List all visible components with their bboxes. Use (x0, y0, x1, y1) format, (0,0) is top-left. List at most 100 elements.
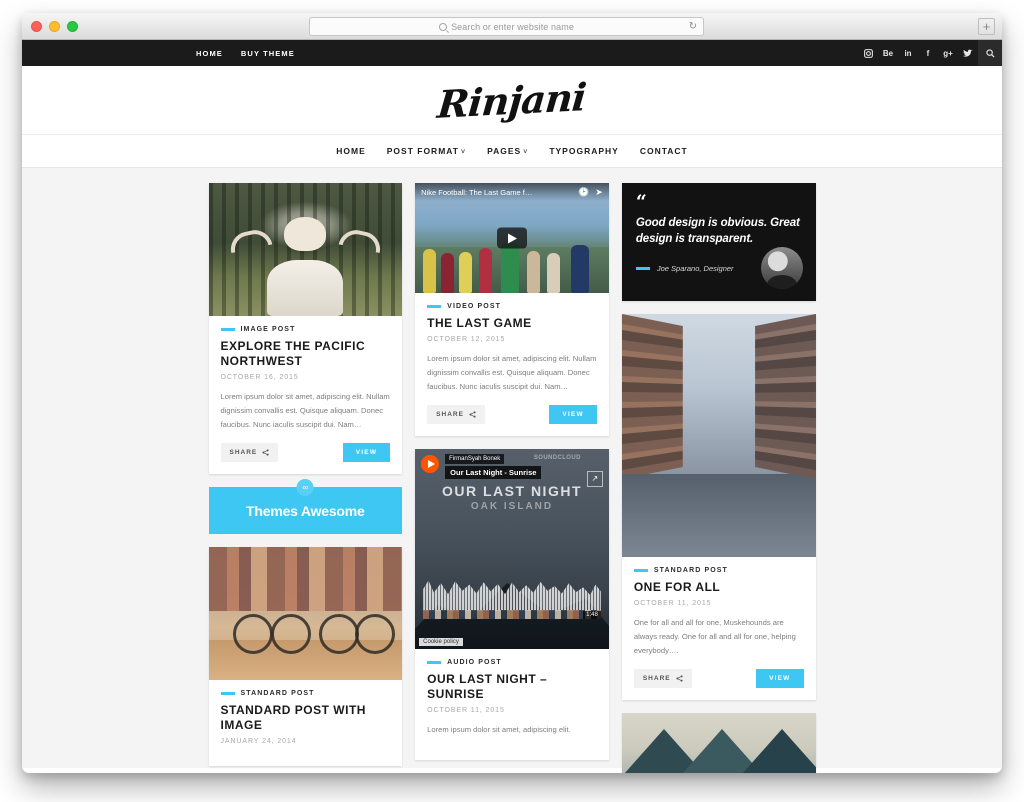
chevron-down-icon: ˅ (460, 149, 467, 156)
post-card-quote[interactable]: “ Good design is obvious. Great design i… (621, 183, 816, 301)
post-card-next[interactable] (621, 713, 816, 773)
share-icon (676, 675, 683, 682)
top-nav-item-buy-theme[interactable]: BUY THEME (241, 49, 295, 58)
close-window-button[interactable] (31, 21, 42, 32)
post-title[interactable]: EXPLORE THE PACIFIC NORTHWEST (221, 339, 391, 369)
post-excerpt: Lorem ipsum dolor sit amet, adipiscing e… (427, 354, 597, 392)
post-excerpt: Lorem ipsum dolor sit amet, adipiscing e… (427, 725, 571, 735)
post-title[interactable]: ONE FOR ALL (634, 580, 804, 595)
linkedin-icon[interactable]: in (898, 40, 918, 66)
instagram-icon[interactable] (858, 40, 878, 66)
post-thumbnail-forest[interactable] (208, 183, 403, 316)
youtube-video-title[interactable]: Nike Football: The Last Game f… (421, 188, 572, 197)
post-card-body: STANDARD POST ONE FOR ALL OCTOBER 11, 20… (622, 557, 816, 700)
category-accent-bar (220, 328, 235, 331)
view-button[interactable]: VIEW (342, 443, 391, 463)
decor-figure (479, 248, 493, 293)
post-category: AUDIO POST (427, 659, 597, 666)
decor-wheel (270, 614, 311, 655)
decor-figure (501, 243, 520, 293)
post-card-body: STANDARD POST STANDARD POST WITH IMAGE J… (209, 680, 403, 766)
soundcloud-embed[interactable]: FirmanSyah Bonek Our Last Night - Sunris… (415, 449, 609, 650)
post-card-image[interactable]: IMAGE POST EXPLORE THE PACIFIC NORTHWEST… (208, 183, 403, 475)
site-logo[interactable]: Rinjani (436, 74, 588, 127)
post-date: OCTOBER 12, 2015 (427, 336, 506, 343)
post-category-label: IMAGE POST (240, 326, 296, 333)
decor-wheel (354, 614, 395, 655)
minimize-window-button[interactable] (49, 21, 60, 32)
share-button[interactable]: SHARE (633, 669, 692, 689)
post-date: JANUARY 24, 2014 (220, 738, 297, 746)
chevron-down-icon: ˅ (523, 149, 529, 156)
behance-icon[interactable]: Be (878, 40, 898, 66)
share-button[interactable]: SHARE (427, 405, 485, 425)
post-grid: IMAGE POST EXPLORE THE PACIFIC NORTHWEST… (208, 183, 816, 773)
post-card-video[interactable]: Nike Football: The Last Game f… 🕑 ➤ VIDE… (415, 183, 609, 437)
reload-icon[interactable]: ↻ (689, 21, 697, 32)
post-category: VIDEO POST (427, 303, 597, 310)
post-grid-area: IMAGE POST EXPLORE THE PACIFIC NORTHWEST… (22, 168, 1002, 773)
decor-figure (547, 253, 561, 293)
twitter-icon[interactable] (958, 40, 978, 66)
google-plus-icon[interactable]: g+ (938, 40, 958, 66)
play-icon[interactable] (421, 455, 440, 474)
soundcloud-artwork-title: OUR LAST NIGHT (442, 483, 582, 500)
post-thumbnail-city[interactable] (621, 314, 816, 557)
soundcloud-duration: 1:48 (583, 611, 601, 620)
site-top-bar: HOME BUY THEME Be in f g+ (22, 40, 1002, 66)
share-button-label: SHARE (642, 675, 671, 683)
clock-icon[interactable]: 🕑 (578, 187, 589, 197)
logo-area: Rinjani (22, 66, 1002, 135)
new-tab-button[interactable]: + (978, 18, 995, 35)
decor-dress (267, 260, 344, 316)
post-excerpt: One for all and all for one, Muskehounds… (633, 618, 796, 656)
post-thumbnail-bikes[interactable] (208, 547, 403, 681)
youtube-embed[interactable]: Nike Football: The Last Game f… 🕑 ➤ (415, 183, 609, 293)
soundcloud-track-title[interactable]: Our Last Night - Sunrise (445, 466, 542, 480)
view-button[interactable]: VIEW (756, 669, 804, 689)
address-bar[interactable]: Search or enter website name ↻ (309, 17, 704, 36)
decor-wheel (318, 614, 359, 655)
nav-item-pages-label: PAGES (487, 146, 522, 156)
promo-banner[interactable]: ∞ Themes Awesome (208, 479, 403, 535)
share-icon (469, 411, 476, 418)
soundcloud-waveform[interactable] (423, 580, 601, 612)
share-button-label: SHARE (436, 411, 464, 419)
soundcloud-user[interactable]: FirmanSyah Bonek (445, 454, 505, 465)
youtube-title-bar: Nike Football: The Last Game f… 🕑 ➤ (415, 183, 609, 201)
post-actions: SHARE VIEW (427, 405, 597, 425)
soundcloud-artwork-subtitle: OAK ISLAND (470, 501, 554, 513)
post-category: STANDARD POST (633, 567, 804, 574)
post-excerpt: Lorem ipsum dolor sit amet, adipiscing e… (220, 392, 390, 430)
post-card-standard[interactable]: STANDARD POST ONE FOR ALL OCTOBER 11, 20… (621, 314, 816, 701)
nav-item-contact[interactable]: CONTACT (640, 146, 688, 156)
play-icon[interactable] (497, 227, 527, 249)
post-title[interactable]: OUR LAST NIGHT – SUNRISE (427, 672, 597, 702)
post-date: OCTOBER 11, 2015 (633, 600, 712, 607)
view-button[interactable]: VIEW (549, 405, 597, 425)
cookie-policy-link[interactable]: Cookie policy (419, 638, 463, 647)
post-card-body: AUDIO POST OUR LAST NIGHT – SUNRISE OCTO… (415, 649, 609, 760)
post-card-standard-image[interactable]: STANDARD POST STANDARD POST WITH IMAGE J… (208, 547, 403, 767)
quote-mark-icon: “ (635, 191, 647, 213)
nav-item-pages[interactable]: PAGES ˅ (487, 146, 528, 156)
nav-item-home[interactable]: HOME (336, 146, 366, 156)
post-card-audio[interactable]: FirmanSyah Bonek Our Last Night - Sunris… (415, 449, 609, 761)
post-thumbnail-mountain[interactable] (621, 713, 816, 773)
share-button-label: SHARE (229, 449, 258, 457)
zoom-window-button[interactable] (67, 21, 78, 32)
address-bar-content: Search or enter website name (439, 22, 574, 32)
share-button[interactable]: SHARE (220, 443, 279, 463)
post-title[interactable]: THE LAST GAME (427, 316, 597, 331)
nav-item-typography[interactable]: TYPOGRAPHY (549, 146, 619, 156)
grid-column-2: Nike Football: The Last Game f… 🕑 ➤ VIDE… (415, 183, 609, 761)
address-bar-placeholder: Search or enter website name (451, 21, 574, 32)
post-actions: SHARE VIEW (220, 443, 391, 463)
nav-item-post-format[interactable]: POST FORMAT ˅ (387, 146, 466, 156)
decor-figure (527, 251, 541, 293)
post-title[interactable]: STANDARD POST WITH IMAGE (221, 703, 391, 733)
top-nav-item-home[interactable]: HOME (196, 49, 223, 58)
facebook-icon[interactable]: f (918, 40, 938, 66)
share-arrow-icon[interactable]: ➤ (595, 187, 603, 197)
search-toggle-icon[interactable] (978, 40, 1002, 66)
